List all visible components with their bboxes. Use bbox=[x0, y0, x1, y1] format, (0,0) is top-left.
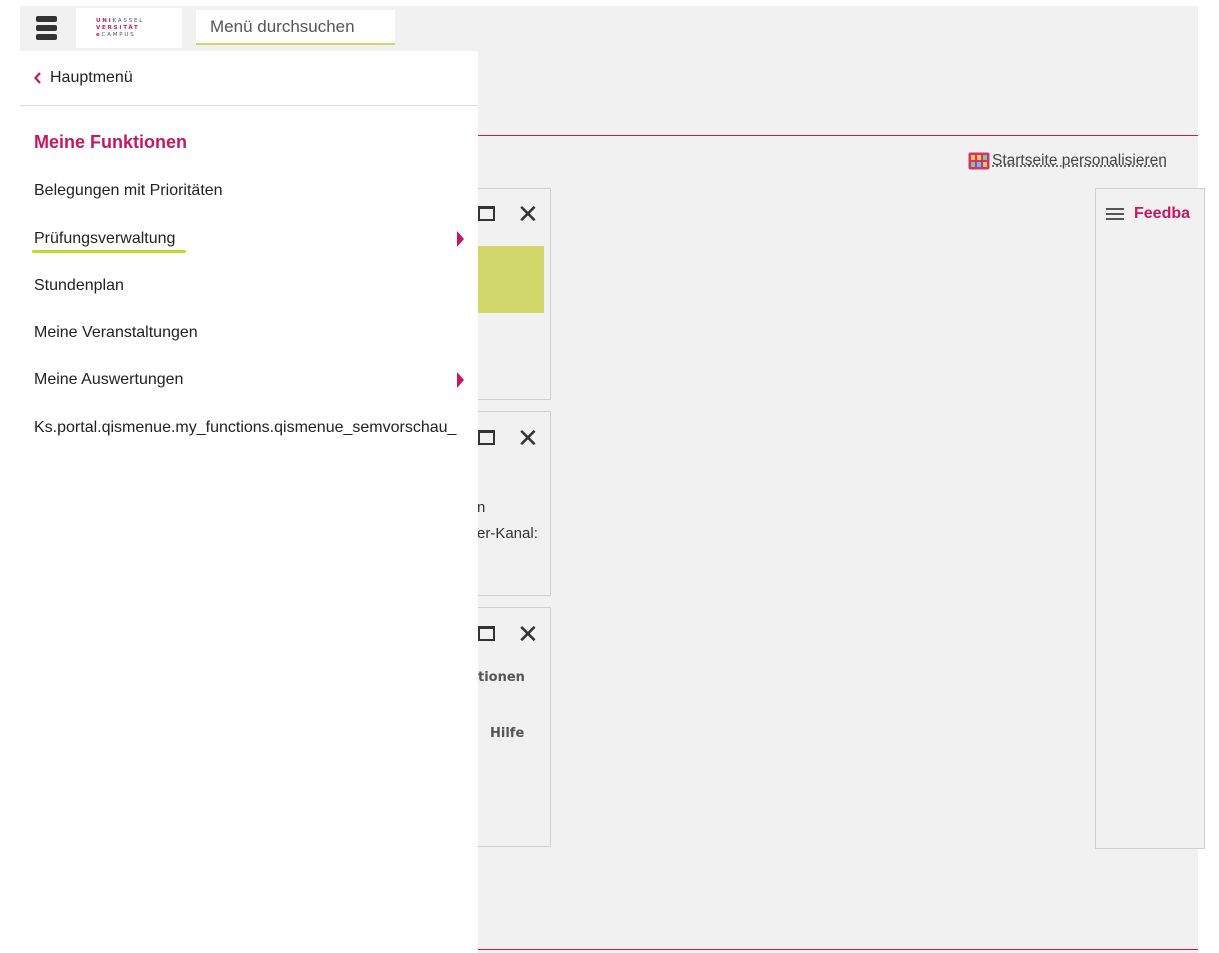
menu-item-belegungen[interactable]: Belegungen mit Prioritäten bbox=[34, 178, 474, 204]
personalize-homepage-link[interactable]: Startseite personalisieren bbox=[968, 150, 1167, 172]
menu-item-label: Meine Veranstaltungen bbox=[34, 324, 198, 341]
menu-item-label: Meine Auswertungen bbox=[34, 371, 184, 388]
hamburger-icon bbox=[35, 16, 57, 40]
logo-line-1-rest: KASSEL bbox=[112, 17, 145, 24]
lines-icon bbox=[1106, 208, 1124, 220]
section-title: Meine Funktionen bbox=[34, 132, 187, 152]
widget-2: ✕ n er-Kanal: bbox=[470, 411, 551, 596]
menu-item-pruefungsverwaltung[interactable]: Prüfungsverwaltung bbox=[34, 226, 474, 252]
widget-3-help-link[interactable]: Hilfe bbox=[490, 726, 524, 741]
app-root: UNIKASSEL VERSITÄT eCAMPUS ✕ ✕ n er-Kana… bbox=[0, 0, 1219, 953]
content-bottom-divider bbox=[478, 949, 1198, 950]
feedback-widget-header[interactable]: Feedba bbox=[1106, 202, 1190, 226]
chevron-right-icon bbox=[457, 231, 464, 247]
menu-toggle-button[interactable] bbox=[20, 6, 72, 50]
side-menu-panel: Hauptmenü Meine Funktionen Belegungen mi… bbox=[20, 51, 478, 953]
feedback-title: Feedba bbox=[1134, 205, 1191, 222]
chevron-left-icon bbox=[34, 72, 41, 84]
maximize-icon[interactable] bbox=[478, 206, 495, 221]
widget-2-text-fragment: er-Kanal: bbox=[477, 525, 538, 542]
chevron-right-icon bbox=[457, 372, 464, 388]
close-icon[interactable]: ✕ bbox=[517, 425, 539, 451]
grid-icon bbox=[968, 152, 990, 170]
logo-line-1: UNIKASSEL bbox=[96, 17, 145, 24]
widget-3: ✕ tionen Hilfe bbox=[470, 607, 551, 847]
menu-item-label: Prüfungsverwaltung bbox=[34, 230, 176, 247]
widget-3-text-fragment: tionen bbox=[478, 670, 525, 685]
university-logo[interactable]: UNIKASSEL VERSITÄT eCAMPUS bbox=[76, 8, 182, 48]
menu-item-stundenplan[interactable]: Stundenplan bbox=[34, 273, 474, 299]
maximize-icon[interactable] bbox=[478, 430, 495, 445]
maximize-icon[interactable] bbox=[478, 626, 495, 641]
logo-line-3: eCAMPUS bbox=[96, 31, 136, 38]
logo-line-2: VERSITÄT bbox=[96, 24, 140, 31]
close-icon[interactable]: ✕ bbox=[517, 621, 539, 647]
menu-item-meine-veranstaltungen[interactable]: Meine Veranstaltungen bbox=[34, 320, 474, 346]
widget-1-image bbox=[478, 246, 544, 313]
highlight-underline bbox=[32, 250, 186, 253]
back-label: Hauptmenü bbox=[50, 69, 133, 86]
widget-2-text-fragment: n bbox=[477, 499, 486, 516]
personalize-label: Startseite personalisieren bbox=[992, 152, 1167, 169]
menu-item-label: Belegungen mit Prioritäten bbox=[34, 182, 223, 199]
menu-item-semvorschau[interactable]: Ks.portal.qismenue.my_functions.qismenue… bbox=[34, 415, 478, 441]
content-top-divider bbox=[478, 135, 1198, 136]
menu-search-input[interactable] bbox=[196, 10, 395, 45]
feedback-widget bbox=[1095, 188, 1205, 849]
menu-item-label: Stundenplan bbox=[34, 277, 124, 294]
menu-item-label: Ks.portal.qismenue.my_functions.qismenue… bbox=[34, 419, 457, 436]
menu-item-meine-auswertungen[interactable]: Meine Auswertungen bbox=[34, 367, 474, 393]
close-icon[interactable]: ✕ bbox=[517, 201, 539, 227]
back-to-main-menu[interactable]: Hauptmenü bbox=[20, 51, 478, 106]
